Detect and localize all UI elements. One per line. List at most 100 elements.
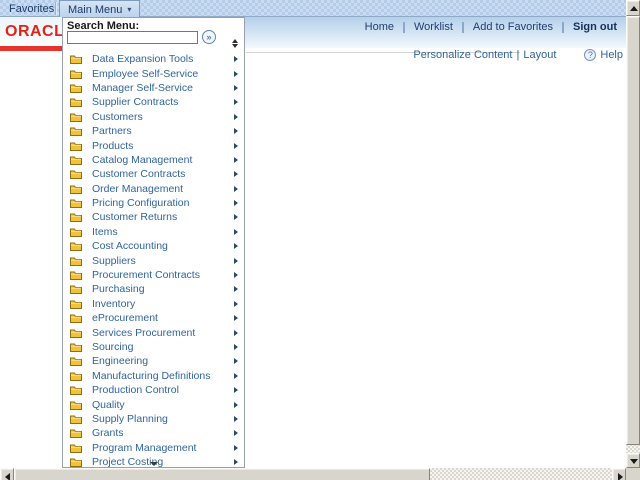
tab-main-menu-label: Main Menu (68, 3, 123, 16)
menu-item[interactable]: Catalog Management (63, 153, 244, 167)
scroll-up-icon (630, 6, 638, 11)
scroll-left-button[interactable] (0, 468, 14, 480)
menu-item-label: Data Expansion Tools (92, 53, 194, 66)
tab-divider (55, 2, 56, 15)
submenu-arrow-icon (234, 56, 238, 63)
layout-link[interactable]: Layout (523, 49, 556, 61)
menu-item[interactable]: Program Management (63, 441, 244, 455)
folder-icon (70, 156, 82, 165)
chevron-down-icon: ▾ (127, 4, 132, 14)
scrollbar-corner (626, 468, 640, 480)
menu-item[interactable]: Grants (63, 426, 244, 440)
menu-item[interactable]: Customers (63, 110, 244, 124)
nav-divider (461, 21, 464, 33)
menu-item[interactable]: Customer Contracts (63, 167, 244, 181)
folder-icon (70, 142, 82, 151)
submenu-arrow-icon (234, 99, 238, 106)
folder-icon (70, 242, 82, 252)
menu-item-label: Project Costing (92, 456, 164, 468)
peoplesoft-window: Favorites ▾ Main Menu ▾ Home Worklist Ad… (0, 0, 640, 480)
scroll-down-icon (630, 459, 638, 464)
menu-resize-handle-icon[interactable] (232, 39, 238, 48)
vertical-scroll-thumb[interactable] (626, 16, 640, 445)
menu-item-label: Production Control (92, 384, 179, 397)
menu-item[interactable]: Services Procurement (63, 325, 244, 339)
submenu-arrow-icon (234, 430, 238, 437)
folder-icon (70, 213, 82, 223)
submenu-arrow-icon (234, 372, 238, 379)
submenu-arrow-icon (234, 257, 238, 264)
submenu-arrow-icon (234, 70, 238, 77)
personalize-content-link[interactable]: Personalize Content (413, 49, 512, 61)
menu-item[interactable]: Manager Self-Service (63, 81, 244, 95)
tab-main-menu[interactable]: Main Menu ▾ (59, 0, 141, 18)
submenu-arrow-icon (234, 228, 238, 235)
scroll-down-button[interactable] (626, 453, 640, 468)
menu-item[interactable]: Procurement Contracts (63, 268, 244, 282)
menu-item[interactable]: Cost Accounting (63, 239, 244, 253)
submenu-arrow-icon (234, 243, 238, 250)
menu-item[interactable]: Supply Planning (63, 412, 244, 426)
menu-item[interactable]: Order Management (63, 182, 244, 196)
submenu-arrow-icon (234, 113, 238, 120)
menu-item[interactable]: Partners (63, 124, 244, 138)
menu-item[interactable]: Engineering (63, 354, 244, 368)
menu-item[interactable]: Employee Self-Service (63, 66, 244, 80)
search-menu-input[interactable] (67, 31, 198, 44)
menu-item[interactable]: Sourcing (63, 340, 244, 354)
menu-item[interactable]: Inventory (63, 297, 244, 311)
menu-item[interactable]: Data Expansion Tools (63, 52, 244, 66)
nav-add-to-favorites-link[interactable]: Add to Favorites (473, 21, 553, 33)
menu-item-label: Partners (92, 125, 132, 138)
menu-item[interactable]: Quality (63, 397, 244, 411)
top-menu-strip: Favorites ▾ Main Menu ▾ (0, 0, 626, 18)
oracle-logo: ORACLE (5, 23, 62, 40)
nav-divider (562, 21, 564, 33)
scroll-up-button[interactable] (626, 0, 640, 16)
arrow-down-icon (232, 44, 238, 48)
submenu-arrow-icon (234, 185, 238, 192)
menu-item-label: Supply Planning (92, 412, 168, 425)
nav-worklist-link[interactable]: Worklist (414, 21, 453, 33)
menu-item[interactable]: Purchasing (63, 282, 244, 296)
scroll-right-button[interactable] (612, 468, 626, 480)
scroll-more-icon (149, 462, 158, 466)
help-link[interactable]: ? Help (584, 49, 623, 61)
menu-item-label: Services Procurement (92, 326, 196, 339)
vertical-scrollbar[interactable] (626, 0, 640, 468)
menu-item[interactable]: Supplier Contracts (63, 95, 244, 109)
submenu-arrow-icon (234, 329, 238, 336)
submenu-arrow-icon (234, 272, 238, 279)
horizontal-scroll-thumb[interactable] (14, 468, 430, 480)
tab-favorites-label: Favorites (9, 2, 55, 15)
menu-item[interactable]: Suppliers (63, 253, 244, 267)
logo-red-bar (0, 46, 62, 51)
menu-item[interactable]: Production Control (63, 383, 244, 397)
menu-item[interactable]: Products (63, 138, 244, 152)
folder-icon (70, 285, 82, 295)
scroll-right-icon (618, 473, 623, 480)
folder-icon (70, 127, 82, 137)
submenu-arrow-icon (234, 444, 238, 451)
menu-item-label: Suppliers (92, 254, 136, 267)
search-go-button[interactable]: » (202, 30, 216, 44)
nav-home-link[interactable]: Home (365, 21, 394, 33)
submenu-arrow-icon (234, 358, 238, 365)
main-menu-dropdown: Search Menu: » Data Expansion Tools Empl… (62, 17, 245, 468)
horizontal-scrollbar[interactable] (0, 468, 626, 480)
menu-item[interactable]: Items (63, 225, 244, 239)
folder-icon (70, 329, 82, 338)
menu-item[interactable]: eProcurement (63, 311, 244, 325)
folder-icon (70, 458, 82, 467)
nav-sign-out-link[interactable]: Sign out (573, 21, 617, 33)
menu-item-label: Grants (92, 427, 124, 440)
folder-icon (70, 199, 82, 209)
submenu-arrow-icon (234, 300, 238, 307)
menu-item[interactable]: Customer Returns (63, 210, 244, 224)
submenu-arrow-icon (234, 200, 238, 207)
menu-item[interactable]: Pricing Configuration (63, 196, 244, 210)
menu-item-label: Manager Self-Service (92, 81, 193, 94)
menu-item[interactable]: Manufacturing Definitions (63, 369, 244, 383)
scroll-left-icon (5, 473, 10, 480)
folder-icon (70, 314, 82, 324)
